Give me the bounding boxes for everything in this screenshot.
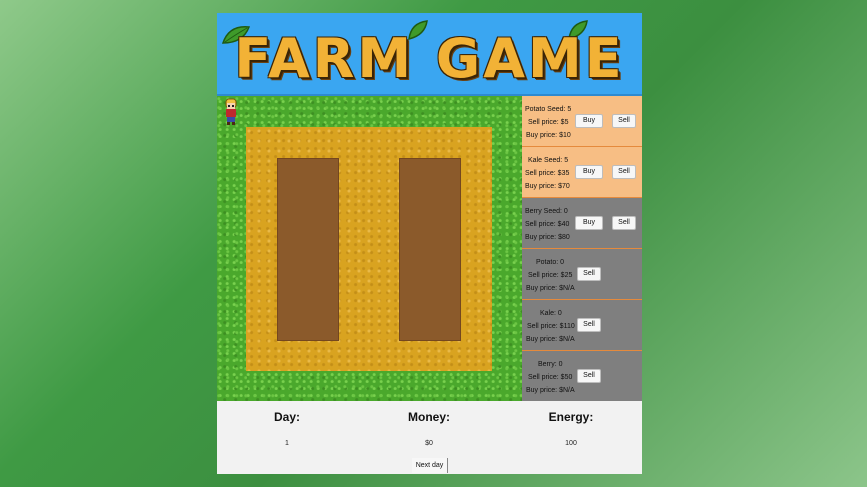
sell-price-label: Sell price: $5 bbox=[528, 119, 569, 126]
item-count-label: Kale Seed: 5 bbox=[528, 157, 569, 164]
buy-button[interactable]: Buy bbox=[575, 114, 603, 128]
energy-value: 100 bbox=[565, 440, 577, 447]
buy-price-label: Buy price: $70 bbox=[525, 183, 570, 190]
item-count-label: Potato: 0 bbox=[536, 259, 565, 266]
shop-panel: Potato Seed: 5 Sell price: $5 Buy price:… bbox=[522, 96, 642, 402]
farm-field[interactable] bbox=[217, 96, 522, 401]
sell-button[interactable]: Sell bbox=[612, 165, 636, 179]
sell-button[interactable]: Sell bbox=[612, 114, 636, 128]
shop-item-potato-seed: Potato Seed: 5 Sell price: $5 Buy price:… bbox=[522, 96, 642, 147]
sell-price-label: Sell price: $35 bbox=[525, 170, 570, 177]
shop-item-kale: Kale: 0 Sell price: $110 Buy price: $N/A… bbox=[522, 300, 642, 351]
day-value: 1 bbox=[285, 440, 289, 447]
status-bar: Day: 1 Money: $0 Energy: 100 Next day bbox=[217, 401, 642, 474]
money-label: Money: bbox=[408, 410, 450, 424]
buy-price-label: Buy price: $10 bbox=[526, 132, 571, 139]
buy-price-label: Buy price: $N/A bbox=[526, 285, 575, 292]
shop-item-berry-seed: Berry Seed: 0 Sell price: $40 Buy price:… bbox=[522, 198, 642, 249]
sell-button[interactable]: Sell bbox=[577, 267, 601, 281]
day-label: Day: bbox=[273, 410, 300, 424]
farmer-icon[interactable] bbox=[223, 98, 239, 126]
energy-label: Energy: bbox=[548, 410, 594, 424]
item-count-label: Berry: 0 bbox=[538, 361, 563, 368]
soil-bed[interactable] bbox=[399, 158, 461, 341]
sell-price-label: Sell price: $25 bbox=[528, 272, 573, 279]
shop-item-potato: Potato: 0 Sell price: $25 Buy price: $N/… bbox=[522, 249, 642, 300]
shop-item-berry: Berry: 0 Sell price: $50 Buy price: $N/A… bbox=[522, 351, 642, 402]
item-count-label: Kale: 0 bbox=[540, 310, 562, 317]
next-day-button[interactable]: Next day bbox=[412, 458, 448, 473]
buy-button[interactable]: Buy bbox=[575, 216, 603, 230]
soil-bed[interactable] bbox=[277, 158, 339, 341]
sell-button[interactable]: Sell bbox=[612, 216, 636, 230]
sell-button[interactable]: Sell bbox=[577, 318, 601, 332]
sell-price-label: Sell price: $50 bbox=[528, 374, 573, 381]
game-window: FARM GAME Potato Seed: 5 Sell price: $5 … bbox=[217, 13, 642, 474]
buy-price-label: Buy price: $N/A bbox=[526, 387, 575, 394]
sell-price-label: Sell price: $110 bbox=[527, 323, 575, 330]
sell-price-label: Sell price: $40 bbox=[525, 221, 570, 228]
sell-button[interactable]: Sell bbox=[577, 369, 601, 383]
tilled-plot[interactable] bbox=[246, 127, 492, 371]
buy-button[interactable]: Buy bbox=[575, 165, 603, 179]
item-count-label: Potato Seed: 5 bbox=[525, 106, 572, 113]
game-title: FARM GAME bbox=[234, 27, 625, 90]
money-value: $0 bbox=[425, 440, 433, 447]
buy-price-label: Buy price: $80 bbox=[525, 234, 570, 241]
buy-price-label: Buy price: $N/A bbox=[526, 336, 575, 343]
item-count-label: Berry Seed: 0 bbox=[525, 208, 568, 215]
title-banner: FARM GAME bbox=[217, 13, 642, 96]
shop-item-kale-seed: Kale Seed: 5 Sell price: $35 Buy price: … bbox=[522, 147, 642, 198]
